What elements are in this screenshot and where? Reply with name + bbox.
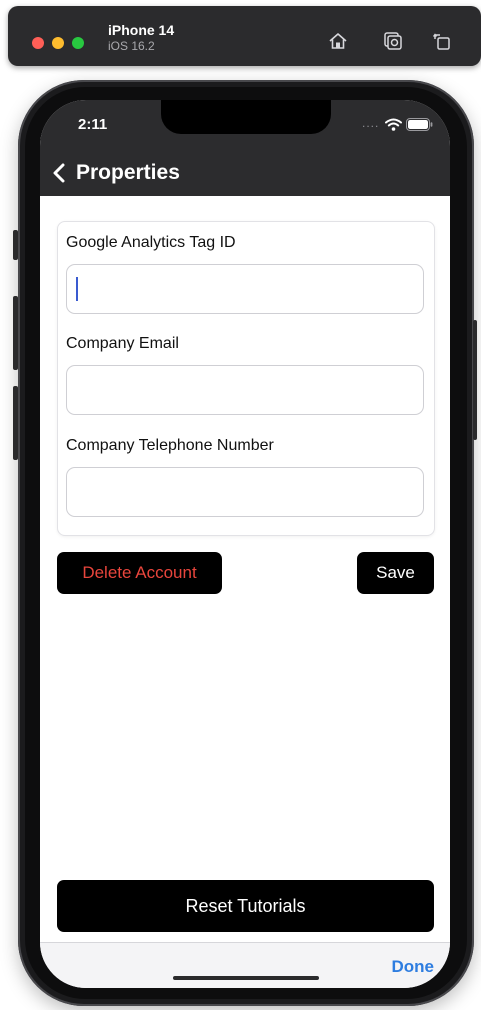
company-email-label: Company Email (66, 335, 179, 352)
mute-switch (13, 230, 18, 260)
delete-account-button[interactable]: Delete Account (57, 552, 222, 594)
minimize-window-button[interactable] (52, 37, 64, 49)
page-title: Properties (76, 161, 180, 184)
rotate-icon[interactable] (431, 30, 453, 52)
screenshot-icon[interactable] (382, 30, 404, 52)
google-analytics-tag-label: Google Analytics Tag ID (66, 234, 236, 251)
dynamic-notch (161, 100, 331, 134)
simulator-toolbar: iPhone 14 iOS 16.2 (8, 6, 481, 66)
done-button[interactable]: Done (392, 957, 435, 977)
company-telephone-input[interactable] (66, 467, 424, 517)
navigation-header: 2:11 .... Properties (40, 100, 450, 196)
zoom-window-button[interactable] (72, 37, 84, 49)
keyboard-accessory-bar: Done (40, 942, 450, 988)
power-button (473, 320, 477, 440)
chevron-left-icon (53, 163, 65, 183)
reset-tutorials-button[interactable]: Reset Tutorials (57, 880, 434, 932)
home-indicator[interactable] (173, 976, 319, 980)
volume-down-button (13, 386, 18, 460)
text-cursor (76, 277, 78, 301)
device-name: iPhone 14 (108, 22, 175, 38)
status-time: 2:11 (78, 116, 108, 133)
company-telephone-label: Company Telephone Number (66, 437, 274, 454)
volume-up-button (13, 296, 18, 370)
os-version: iOS 16.2 (108, 39, 155, 53)
signal-dots: .... (362, 116, 380, 130)
home-icon[interactable] (327, 30, 349, 52)
wifi-icon (385, 118, 402, 131)
company-email-input[interactable] (66, 365, 424, 415)
back-button[interactable]: Properties (52, 158, 180, 188)
phone-screen: 2:11 .... Properties Google Analytics Ta… (40, 100, 450, 988)
save-button[interactable]: Save (357, 552, 434, 594)
close-window-button[interactable] (32, 37, 44, 49)
google-analytics-tag-input[interactable] (66, 264, 424, 314)
properties-form: Google Analytics Tag ID Company Email Co… (57, 221, 435, 536)
battery-icon (406, 118, 433, 131)
simulator-window: iPhone 14 iOS 16.2 2:11 .... Properties … (0, 0, 481, 1010)
